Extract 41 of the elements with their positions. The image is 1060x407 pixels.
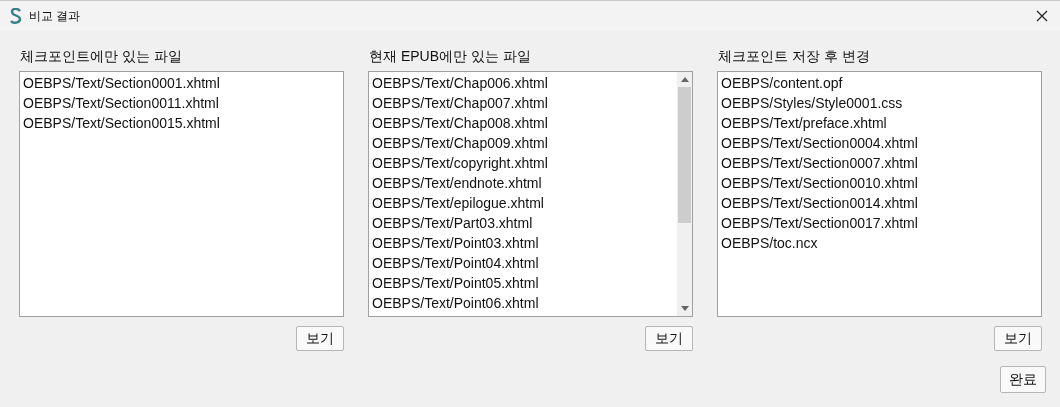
- list-item[interactable]: OEBPS/Text/Section0017.xhtml: [721, 213, 1038, 233]
- file-list[interactable]: [368, 71, 693, 317]
- close-icon[interactable]: [1036, 10, 1048, 22]
- list-item[interactable]: OEBPS/Text/Chap009.xhtml: [372, 133, 674, 153]
- view-button[interactable]: 보기: [645, 326, 693, 351]
- list-item[interactable]: OEBPS/Text/Section0007.xhtml: [721, 153, 1038, 173]
- list-item[interactable]: OEBPS/Text/Section0001.xhtml: [23, 73, 340, 93]
- app-logo-icon: [10, 8, 22, 24]
- scroll-up-icon[interactable]: [680, 77, 689, 82]
- list-item[interactable]: OEBPS/Text/epilogue.xhtml: [372, 193, 674, 213]
- panel-label: 체크포인트에만 있는 파일: [19, 47, 183, 66]
- view-button[interactable]: 보기: [994, 326, 1042, 351]
- list-item[interactable]: OEBPS/Text/Point03.xhtml: [372, 233, 674, 253]
- list-item[interactable]: OEBPS/Text/preface.xhtml: [721, 113, 1038, 133]
- view-button[interactable]: 보기: [296, 326, 344, 351]
- list-item[interactable]: OEBPS/content.opf: [721, 73, 1038, 93]
- scroll-down-icon[interactable]: [680, 306, 689, 311]
- list-item[interactable]: OEBPS/Text/Part03.xhtml: [372, 213, 674, 233]
- done-button[interactable]: 완료: [1000, 366, 1046, 393]
- scrollbar[interactable]: [677, 72, 692, 316]
- list-item[interactable]: OEBPS/Styles/Style0001.css: [721, 93, 1038, 113]
- list-item[interactable]: OEBPS/Text/copyright.xhtml: [372, 153, 674, 173]
- list-item[interactable]: OEBPS/toc.ncx: [721, 233, 1038, 253]
- window-title: 비교 결과: [29, 7, 81, 25]
- list-item[interactable]: OEBPS/Text/Point05.xhtml: [372, 273, 674, 293]
- panel-label: 현재 EPUB에만 있는 파일: [368, 47, 532, 66]
- list-item[interactable]: OEBPS/Text/Section0010.xhtml: [721, 173, 1038, 193]
- list-item[interactable]: OEBPS/Text/Chap006.xhtml: [372, 73, 674, 93]
- panel-label: 체크포인트 저장 후 변경: [717, 47, 871, 66]
- list-item[interactable]: OEBPS/Text/Point04.xhtml: [372, 253, 674, 273]
- list-item[interactable]: OEBPS/Text/Point06.xhtml: [372, 293, 674, 313]
- scroll-thumb[interactable]: [678, 87, 691, 223]
- file-list[interactable]: [717, 71, 1042, 317]
- list-item[interactable]: OEBPS/Text/Section0004.xhtml: [721, 133, 1038, 153]
- list-item[interactable]: OEBPS/Text/endnote.xhtml: [372, 173, 674, 193]
- file-list[interactable]: OEBPS/Text/Section0001.xhtml OEBPS/Text/Section0011.xhtml OEBPS/Text/Section0015.xhtml: [19, 71, 344, 317]
- list-item[interactable]: OEBPS/Text/Section0014.xhtml: [721, 193, 1038, 213]
- list-item[interactable]: OEBPS/Text/Section0011.xhtml: [23, 93, 340, 113]
- list-item[interactable]: OEBPS/Text/Chap008.xhtml: [372, 113, 674, 133]
- list-item[interactable]: OEBPS/Text/Section0015.xhtml: [23, 113, 340, 133]
- list-item[interactable]: OEBPS/Text/Chap007.xhtml: [372, 93, 674, 113]
